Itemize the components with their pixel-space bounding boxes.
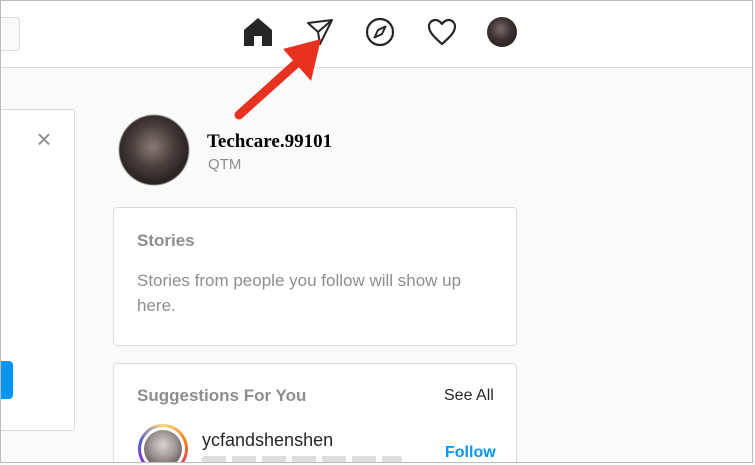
annotation-arrow-icon xyxy=(234,39,321,120)
profile-username[interactable]: Techcare.99101 xyxy=(207,131,332,153)
suggestion-subtitle-placeholder xyxy=(202,456,402,462)
explore-compass-icon[interactable] xyxy=(363,15,397,49)
suggestions-title: Suggestions For You xyxy=(137,386,307,405)
profile-avatar[interactable] xyxy=(485,15,519,49)
top-nav-bar xyxy=(1,1,752,68)
close-icon[interactable]: × xyxy=(34,126,54,152)
stories-empty-text: Stories from people you follow will show… xyxy=(137,271,462,315)
stories-title: Stories xyxy=(137,231,195,250)
app-window: × Techcare.99101 QTM Stories Stories fro… xyxy=(0,0,753,463)
activity-heart-icon[interactable] xyxy=(425,15,459,49)
avatar xyxy=(144,430,182,462)
follow-button[interactable]: Follow xyxy=(445,444,496,462)
avatar xyxy=(487,17,517,47)
suggestion-avatar[interactable] xyxy=(138,424,188,462)
search-input[interactable] xyxy=(1,17,20,51)
primary-action-button[interactable] xyxy=(1,361,13,399)
stories-card: Stories Stories from people you follow w… xyxy=(113,207,517,346)
see-all-link[interactable]: See All xyxy=(444,387,494,405)
profile-fullname: QTM xyxy=(208,156,242,173)
profile-avatar-large[interactable] xyxy=(119,115,189,185)
suggestion-username[interactable]: ycfandshenshen xyxy=(202,430,333,451)
suggestions-card: Suggestions For You See All ycfandshensh… xyxy=(113,363,517,462)
